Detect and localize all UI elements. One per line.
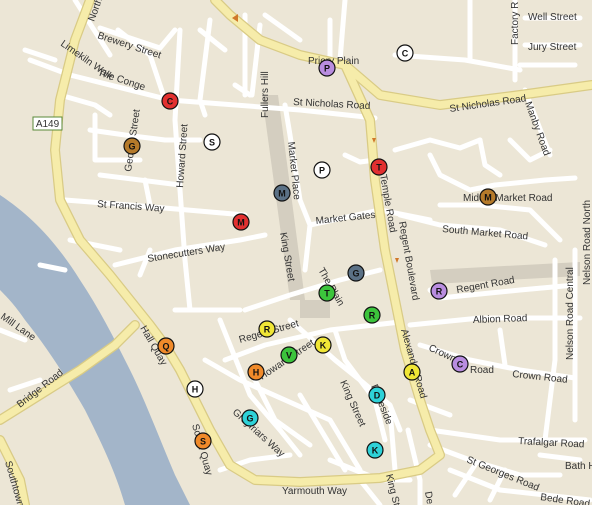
marker-p-white-letter: P [319, 166, 325, 176]
marker-c-red-letter: C [167, 97, 174, 107]
label-nelson-road-central: Nelson Road Central [565, 267, 576, 360]
label-well-street: Well Street [528, 12, 577, 23]
marker-k-cyan-letter: K [372, 446, 379, 456]
marker-k-yellow-letter: K [320, 341, 327, 351]
marker-r-purple[interactable]: R [430, 282, 448, 300]
marker-g-brown-letter: G [128, 142, 135, 152]
marker-v-green-letter: V [286, 351, 292, 361]
marker-a-yellow[interactable]: A [403, 363, 421, 381]
label-de-cut: De [422, 491, 435, 505]
label-middle-market-road: Middle Market Road [463, 193, 552, 204]
marker-m-slate[interactable]: M [273, 184, 291, 202]
marker-r-yellow-letter: R [264, 325, 271, 335]
marker-a-yellow-letter: A [409, 368, 416, 378]
marker-k-cyan[interactable]: K [366, 441, 384, 459]
marker-c-purple-letter: C [457, 360, 464, 370]
marker-r-purple-letter: R [436, 287, 443, 297]
street-map[interactable]: A149 Limekiln Walk North Brewery Street … [0, 0, 592, 505]
marker-s-orange[interactable]: S [194, 432, 212, 450]
marker-v-green[interactable]: V [280, 346, 298, 364]
marker-r-green-letter: R [369, 311, 376, 321]
label-bath-hill: Bath Hill [565, 461, 592, 472]
marker-g-slate[interactable]: G [347, 264, 365, 282]
marker-r-green[interactable]: R [363, 306, 381, 324]
marker-t-red[interactable]: T [370, 158, 388, 176]
label-crown-road-b: Road [470, 365, 494, 376]
label-fullers-hill: Fullers Hill [260, 71, 271, 118]
marker-k-yellow[interactable]: K [314, 336, 332, 354]
marker-p-purple[interactable]: P [318, 59, 336, 77]
marker-d-cyan-letter: D [374, 391, 381, 401]
road-shield-a149: A149 [32, 116, 63, 131]
marker-q-orange[interactable]: Q [157, 337, 175, 355]
marker-d-cyan[interactable]: D [368, 386, 386, 404]
marker-h-orange[interactable]: H [247, 363, 265, 381]
marker-g-brown[interactable]: G [123, 137, 141, 155]
marker-t-green-letter: T [324, 289, 330, 299]
marker-s-white-letter: S [209, 138, 215, 148]
marker-h-white-letter: H [192, 385, 199, 395]
marker-m-red[interactable]: M [232, 213, 250, 231]
map-canvas: A149 Limekiln Walk North Brewery Street … [0, 0, 592, 505]
marker-p-white[interactable]: P [313, 161, 331, 179]
marker-c-red[interactable]: C [161, 92, 179, 110]
label-factory-road: Factory R [510, 2, 521, 45]
marker-c-white[interactable]: C [396, 44, 414, 62]
marker-m-brown[interactable]: M [479, 188, 497, 206]
marker-h-white[interactable]: H [186, 380, 204, 398]
label-nelson-road-north: Nelson Road North [582, 200, 592, 285]
road-shield-label: A149 [36, 119, 60, 130]
marker-m-red-letter: M [237, 218, 245, 228]
marker-t-red-letter: T [376, 163, 382, 173]
label-jury-street: Jury Street [528, 42, 577, 53]
label-albion-road: Albion Road [473, 313, 528, 326]
marker-p-purple-letter: P [324, 64, 330, 74]
marker-g-cyan-letter: G [246, 414, 253, 424]
marker-g-cyan[interactable]: G [241, 409, 259, 427]
marker-g-slate-letter: G [352, 269, 359, 279]
marker-s-orange-letter: S [200, 437, 206, 447]
marker-c-white-letter: C [402, 49, 409, 59]
marker-s-white[interactable]: S [203, 133, 221, 151]
marker-q-orange-letter: Q [162, 342, 169, 352]
marker-m-slate-letter: M [278, 189, 286, 199]
marker-t-green[interactable]: T [318, 284, 336, 302]
label-yarmouth-way: Yarmouth Way [282, 486, 347, 497]
marker-c-purple[interactable]: C [451, 355, 469, 373]
marker-h-orange-letter: H [253, 368, 260, 378]
marker-m-brown-letter: M [484, 193, 492, 203]
marker-r-yellow[interactable]: R [258, 320, 276, 338]
